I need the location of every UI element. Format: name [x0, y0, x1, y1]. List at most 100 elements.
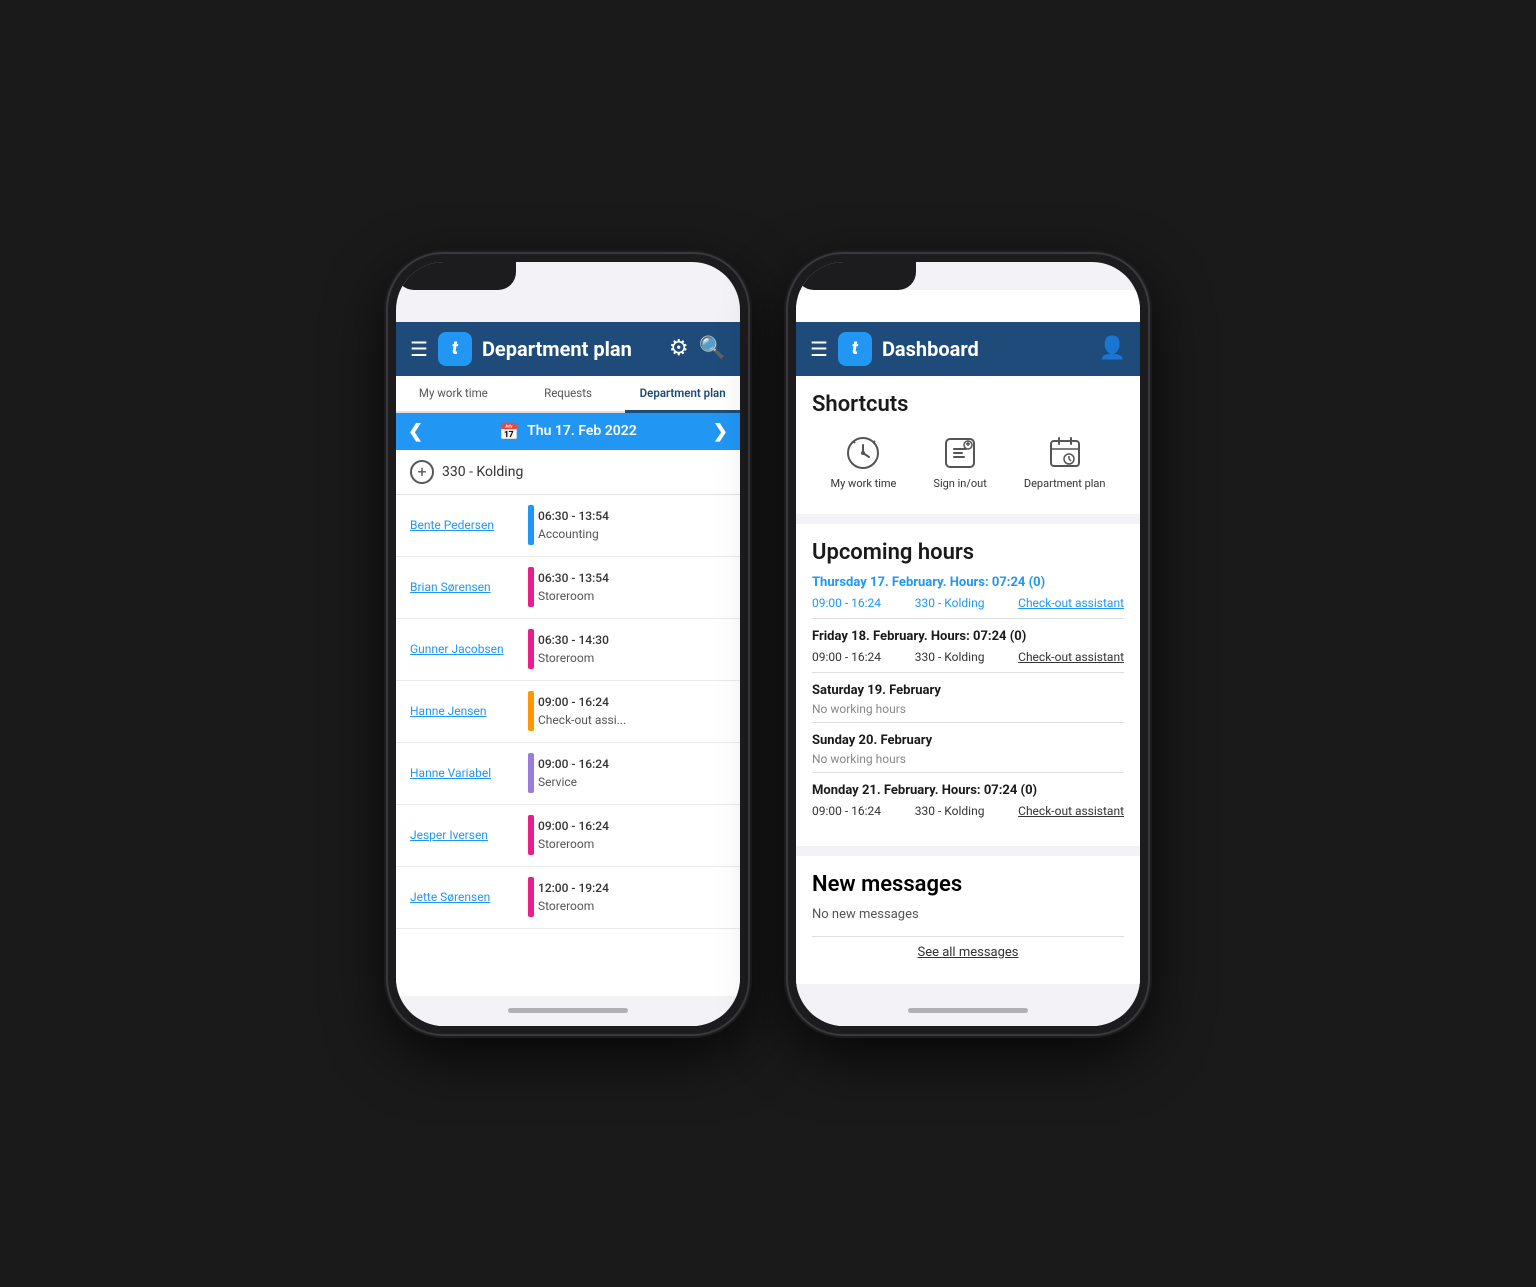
day-row: 09:00 - 16:24 330 - Kolding Check-out as… — [812, 594, 1124, 612]
shift-color-bar — [528, 629, 534, 669]
see-all-messages-link[interactable]: See all messages — [812, 936, 1124, 968]
tab-my-work-time[interactable]: My work time — [396, 376, 511, 413]
shift-bar-container: 09:00 - 16:24 Service — [528, 753, 726, 793]
shift-dept: Storeroom — [538, 649, 609, 667]
shift-color-bar — [528, 815, 534, 855]
employee-name[interactable]: Jesper Iversen — [410, 828, 520, 842]
shortcuts-title: Shortcuts — [812, 392, 1124, 417]
hamburger-icon-2[interactable]: ☰ — [810, 337, 828, 361]
shift-color-bar — [528, 691, 534, 731]
day-action[interactable]: Check-out assistant — [1018, 596, 1124, 610]
app-logo-1: t — [438, 332, 472, 366]
app-logo-2: t — [838, 332, 872, 366]
employee-name[interactable]: Hanne Jensen — [410, 704, 520, 718]
upcoming-day-item: Friday 18. February. Hours: 07:24 (0) 09… — [812, 629, 1124, 673]
profile-icon[interactable]: 👤 — [1099, 336, 1126, 361]
settings-icon[interactable]: ⚙ — [669, 336, 689, 361]
schedule-row: Bente Pedersen 06:30 - 13:54 Accounting — [396, 495, 740, 557]
employee-name[interactable]: Brian Sørensen — [410, 580, 520, 594]
shift-details: 06:30 - 13:54 Storeroom — [538, 569, 609, 605]
shortcuts-section: Shortcuts My work time — [796, 376, 1140, 514]
calendar-icon: 📅 — [499, 422, 519, 441]
next-date-arrow[interactable]: ❯ — [713, 421, 728, 442]
upcoming-days: Thursday 17. February. Hours: 07:24 (0) … — [812, 575, 1124, 820]
day-header: Monday 21. February. Hours: 07:24 (0) — [812, 783, 1124, 798]
shortcut-my-work-time[interactable]: My work time — [831, 435, 897, 490]
shift-details: 06:30 - 13:54 Accounting — [538, 507, 609, 543]
messages-title: New messages — [812, 872, 1124, 897]
upcoming-title: Upcoming hours — [812, 540, 1124, 565]
day-header: Thursday 17. February. Hours: 07:24 (0) — [812, 575, 1124, 590]
shift-time: 06:30 - 14:30 — [538, 631, 609, 649]
notch-1 — [396, 262, 516, 290]
tabs-bar-1: My work time Requests Department plan — [396, 376, 740, 413]
home-bar-2 — [908, 1008, 1028, 1013]
screen-content-1: ☰ t Department plan ⚙ 🔍 My work time Req… — [396, 290, 740, 996]
shift-dept: Check-out assi... — [538, 711, 626, 729]
search-icon[interactable]: 🔍 — [699, 336, 726, 361]
shift-color-bar — [528, 877, 534, 917]
day-time: 09:00 - 16:24 — [812, 650, 881, 664]
notch-2 — [796, 262, 916, 290]
shift-dept: Accounting — [538, 525, 609, 543]
shift-dept: Service — [538, 773, 609, 791]
schedule-row: Jesper Iversen 09:00 - 16:24 Storeroom — [396, 805, 740, 867]
upcoming-section: Upcoming hours Thursday 17. February. Ho… — [796, 524, 1140, 846]
messages-section: New messages No new messages See all mes… — [796, 856, 1140, 984]
employee-name[interactable]: Bente Pedersen — [410, 518, 520, 532]
shift-bar-container: 09:00 - 16:24 Check-out assi... — [528, 691, 726, 731]
day-time: 09:00 - 16:24 — [812, 596, 881, 610]
employee-name[interactable]: Jette Sørensen — [410, 890, 520, 904]
phone-screen-1: ☰ t Department plan ⚙ 🔍 My work time Req… — [396, 262, 740, 1026]
no-hours-text: No working hours — [812, 752, 1124, 766]
shift-details: 09:00 - 16:24 Check-out assi... — [538, 693, 626, 729]
add-location-button[interactable]: + — [410, 460, 434, 484]
shortcut-sign-in-out[interactable]: Sign in/out — [933, 435, 986, 490]
shift-color-bar — [528, 753, 534, 793]
shift-time: 06:30 - 13:54 — [538, 507, 609, 525]
day-action[interactable]: Check-out assistant — [1018, 650, 1124, 664]
shift-bar-container: 09:00 - 16:24 Storeroom — [528, 815, 726, 855]
employee-name[interactable]: Hanne Variabel — [410, 766, 520, 780]
schedule-row: Hanne Variabel 09:00 - 16:24 Service — [396, 743, 740, 805]
app-title-2: Dashboard — [882, 337, 1089, 361]
day-header: Friday 18. February. Hours: 07:24 (0) — [812, 629, 1124, 644]
tab-requests[interactable]: Requests — [511, 376, 626, 413]
upcoming-day-item: Thursday 17. February. Hours: 07:24 (0) … — [812, 575, 1124, 619]
header-icons-2: 👤 — [1099, 336, 1126, 361]
shift-bar-container: 06:30 - 14:30 Storeroom — [528, 629, 726, 669]
day-divider — [812, 722, 1124, 723]
app-header-2: ☰ t Dashboard 👤 — [796, 322, 1140, 376]
schedule-list[interactable]: Bente Pedersen 06:30 - 13:54 Accounting … — [396, 495, 740, 996]
schedule-row: Brian Sørensen 06:30 - 13:54 Storeroom — [396, 557, 740, 619]
date-text: Thu 17. Feb 2022 — [527, 423, 637, 439]
shift-bar-container: 06:30 - 13:54 Accounting — [528, 505, 726, 545]
home-indicator-1 — [396, 996, 740, 1026]
home-indicator-2 — [796, 996, 1140, 1026]
shift-bar-container: 06:30 - 13:54 Storeroom — [528, 567, 726, 607]
location-text: 330 - Kolding — [442, 464, 523, 480]
upcoming-day-item: Saturday 19. FebruaryNo working hours — [812, 683, 1124, 723]
shift-dept: Storeroom — [538, 587, 609, 605]
prev-date-arrow[interactable]: ❮ — [408, 421, 423, 442]
employee-name[interactable]: Gunner Jacobsen — [410, 642, 520, 656]
tab-department-plan[interactable]: Department plan — [625, 376, 740, 413]
app-header-1: ☰ t Department plan ⚙ 🔍 — [396, 322, 740, 376]
day-action[interactable]: Check-out assistant — [1018, 804, 1124, 818]
shortcut-my-work-time-label: My work time — [831, 477, 897, 490]
dashboard-screen: ☰ t Dashboard 👤 Shortcuts — [796, 290, 1140, 996]
schedule-row: Hanne Jensen 09:00 - 16:24 Check-out ass… — [396, 681, 740, 743]
phones-container: ☰ t Department plan ⚙ 🔍 My work time Req… — [388, 254, 1148, 1034]
day-divider — [812, 772, 1124, 773]
dashboard-content: Shortcuts My work time — [796, 376, 1140, 996]
shortcut-sign-in-out-label: Sign in/out — [933, 477, 986, 490]
day-row: 09:00 - 16:24 330 - Kolding Check-out as… — [812, 648, 1124, 666]
app-title-1: Department plan — [482, 337, 659, 361]
shift-color-bar — [528, 567, 534, 607]
shortcuts-grid: My work time Sign in/out — [812, 431, 1124, 498]
day-divider — [812, 672, 1124, 673]
hamburger-icon[interactable]: ☰ — [410, 337, 428, 361]
shift-dept: Storeroom — [538, 835, 609, 853]
shortcut-department-plan[interactable]: Department plan — [1024, 435, 1106, 490]
signin-icon — [942, 435, 978, 471]
